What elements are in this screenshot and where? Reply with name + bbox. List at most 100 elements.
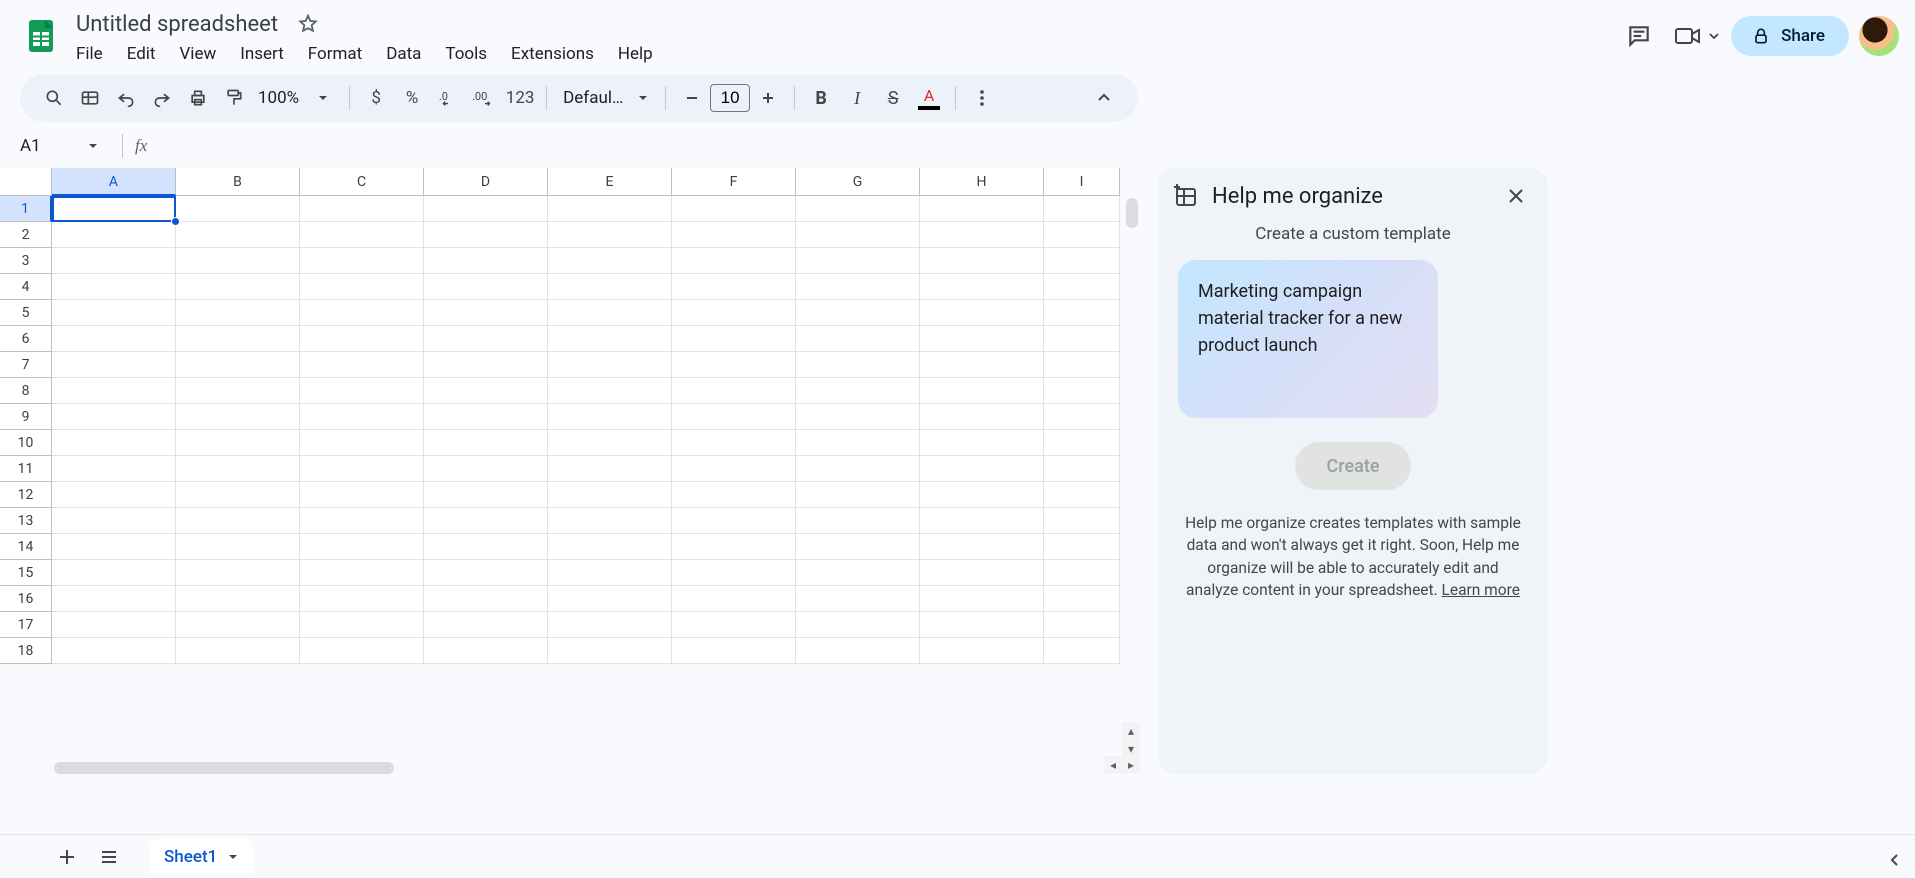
cell[interactable] (548, 586, 672, 612)
cell[interactable] (52, 404, 176, 430)
cell[interactable] (548, 560, 672, 586)
print-button[interactable] (180, 80, 216, 116)
cell[interactable] (920, 560, 1044, 586)
cell[interactable] (52, 274, 176, 300)
fill-handle[interactable] (171, 217, 180, 226)
row-header[interactable]: 14 (0, 534, 52, 560)
sheet-tab[interactable]: Sheet1 (150, 839, 253, 875)
cell[interactable] (796, 638, 920, 664)
cell[interactable] (548, 196, 672, 222)
document-title[interactable]: Untitled spreadsheet (70, 10, 284, 39)
column-header[interactable]: E (548, 168, 672, 196)
cell[interactable] (548, 456, 672, 482)
column-header[interactable]: I (1044, 168, 1120, 196)
row-header[interactable]: 4 (0, 274, 52, 300)
cell[interactable] (52, 534, 176, 560)
cell[interactable] (548, 326, 672, 352)
cell[interactable] (52, 378, 176, 404)
cell[interactable] (52, 456, 176, 482)
cell[interactable] (672, 482, 796, 508)
cell[interactable] (796, 430, 920, 456)
cell[interactable] (920, 430, 1044, 456)
scroll-right-button[interactable]: ▸ (1122, 756, 1140, 774)
increase-decimal-button[interactable]: .00 (466, 80, 502, 116)
create-button[interactable]: Create (1295, 442, 1411, 490)
row-header[interactable]: 18 (0, 638, 52, 664)
cell[interactable] (920, 482, 1044, 508)
menu-help[interactable]: Help (608, 40, 663, 68)
cell[interactable] (672, 560, 796, 586)
cell[interactable] (796, 586, 920, 612)
cell[interactable] (176, 534, 300, 560)
menu-format[interactable]: Format (298, 40, 372, 68)
cell[interactable] (672, 222, 796, 248)
search-menus-button[interactable] (36, 80, 72, 116)
cell[interactable] (52, 612, 176, 638)
cell[interactable] (920, 274, 1044, 300)
cell[interactable] (1044, 274, 1120, 300)
row-header[interactable]: 15 (0, 560, 52, 586)
cell[interactable] (176, 586, 300, 612)
vertical-scrollbar[interactable] (1126, 198, 1138, 228)
cell[interactable] (424, 482, 548, 508)
cell[interactable] (1044, 586, 1120, 612)
column-header[interactable]: H (920, 168, 1044, 196)
cell[interactable] (920, 638, 1044, 664)
cell[interactable] (176, 560, 300, 586)
cell[interactable] (176, 430, 300, 456)
cell[interactable] (672, 274, 796, 300)
cell[interactable] (796, 404, 920, 430)
zoom-dropdown[interactable] (305, 80, 341, 116)
cell[interactable] (300, 274, 424, 300)
font-size-input[interactable] (710, 84, 750, 112)
cell[interactable] (424, 612, 548, 638)
cell[interactable] (920, 222, 1044, 248)
cell[interactable] (796, 482, 920, 508)
cell[interactable] (424, 430, 548, 456)
cell[interactable] (920, 612, 1044, 638)
cell[interactable] (424, 560, 548, 586)
cell[interactable] (52, 586, 176, 612)
row-header[interactable]: 12 (0, 482, 52, 508)
cell[interactable] (1044, 378, 1120, 404)
cell[interactable] (424, 196, 548, 222)
cell[interactable] (796, 274, 920, 300)
cell[interactable] (52, 352, 176, 378)
undo-button[interactable] (108, 80, 144, 116)
cell[interactable] (548, 274, 672, 300)
close-panel-button[interactable] (1498, 178, 1534, 214)
paint-format-button[interactable] (216, 80, 252, 116)
cell[interactable] (796, 300, 920, 326)
cell[interactable] (176, 248, 300, 274)
zoom-level[interactable]: 100% (252, 88, 305, 108)
cell[interactable] (1044, 248, 1120, 274)
cell[interactable] (176, 352, 300, 378)
cell[interactable] (548, 248, 672, 274)
cell[interactable] (672, 430, 796, 456)
cell[interactable] (52, 222, 176, 248)
cell[interactable] (548, 534, 672, 560)
comments-button[interactable] (1615, 12, 1663, 60)
cell[interactable] (300, 430, 424, 456)
cell[interactable] (176, 482, 300, 508)
cell[interactable] (920, 352, 1044, 378)
column-header[interactable]: D (424, 168, 548, 196)
menu-data[interactable]: Data (376, 40, 431, 68)
share-button[interactable]: Share (1731, 16, 1849, 56)
add-sheet-button[interactable] (46, 836, 88, 878)
cell[interactable] (796, 222, 920, 248)
cell[interactable] (176, 638, 300, 664)
italic-button[interactable]: I (839, 80, 875, 116)
column-header[interactable]: A (52, 168, 176, 196)
cell[interactable] (300, 638, 424, 664)
cell[interactable] (52, 638, 176, 664)
bold-button[interactable]: B (803, 80, 839, 116)
cells-area[interactable] (52, 196, 1120, 664)
cell[interactable] (52, 248, 176, 274)
cell[interactable] (424, 300, 548, 326)
spreadsheet-grid[interactable]: A B C D E F G H I 1234567891011121314151… (0, 168, 1140, 774)
row-header[interactable]: 7 (0, 352, 52, 378)
cell[interactable] (300, 508, 424, 534)
cell[interactable] (424, 248, 548, 274)
cell[interactable] (176, 508, 300, 534)
